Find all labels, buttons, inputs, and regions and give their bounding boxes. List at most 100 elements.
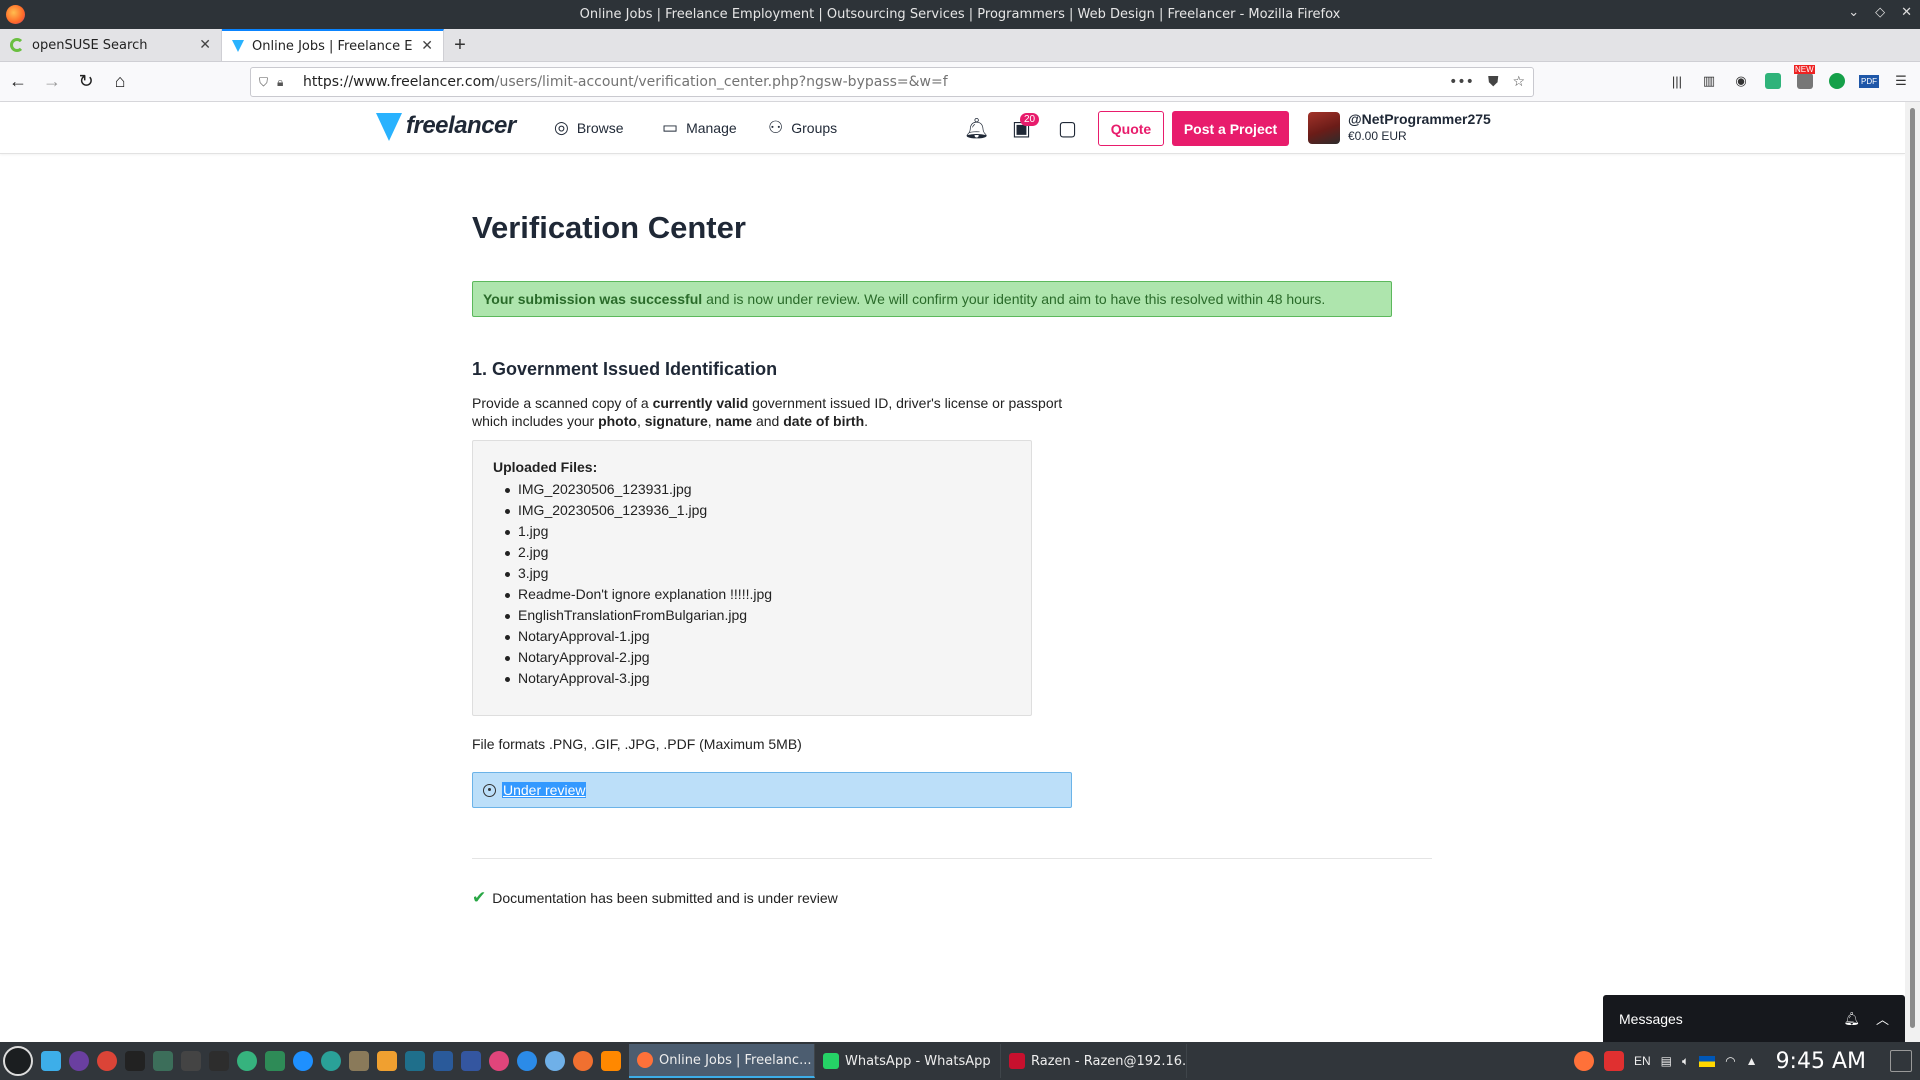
sidebar-icon[interactable]: ▥: [1698, 70, 1720, 92]
desc-bold: currently valid: [652, 395, 749, 411]
post-project-button[interactable]: Post a Project: [1172, 111, 1289, 146]
media-icon[interactable]: [377, 1051, 397, 1071]
reload-button[interactable]: ↻: [70, 66, 102, 98]
list-item: 1.jpg: [493, 521, 1011, 542]
clipboard-icon[interactable]: ▤: [1661, 1054, 1672, 1068]
anydesk-icon[interactable]: [1603, 1051, 1624, 1071]
app-icon[interactable]: [237, 1051, 257, 1071]
username[interactable]: @NetProgrammer275: [1348, 111, 1491, 127]
headphones-icon[interactable]: [545, 1051, 565, 1071]
terminal-icon[interactable]: [125, 1051, 145, 1071]
desc-bold: photo: [598, 413, 637, 429]
app-icon[interactable]: [517, 1051, 537, 1071]
account-icon[interactable]: ◉: [1730, 70, 1752, 92]
list-item: EnglishTranslationFromBulgarian.jpg: [493, 605, 1011, 626]
clock[interactable]: 9:45 AM: [1776, 1049, 1866, 1074]
page-actions-icon[interactable]: •••: [1449, 74, 1474, 90]
close-tab-icon[interactable]: ✕: [421, 38, 433, 54]
blender-icon[interactable]: [573, 1051, 593, 1071]
back-button[interactable]: ←: [2, 66, 34, 98]
new-badge: NEW: [1794, 65, 1815, 74]
tracking-shield-icon[interactable]: ⛉: [259, 75, 277, 90]
url-bar[interactable]: ⛉ 🔒︎ https://www.freelancer.com/users/li…: [250, 67, 1534, 97]
task-label: Razen - Razen@192.16...: [1031, 1053, 1187, 1069]
bell-icon[interactable]: 🔔︎: [1843, 1011, 1860, 1027]
account-balance: €0.00 EUR: [1348, 129, 1407, 143]
compass-icon: ◎: [554, 118, 569, 137]
window-titlebar: Online Jobs | Freelance Employment | Out…: [0, 0, 1920, 29]
save-extension-icon[interactable]: [1762, 70, 1784, 92]
chat-icon[interactable]: ▢: [1058, 116, 1077, 141]
task-firefox[interactable]: Online Jobs | Freelanc...: [629, 1044, 815, 1078]
id-requirements-text: Provide a scanned copy of a currently va…: [472, 394, 1072, 430]
nav-groups[interactable]: ⚇ Groups: [768, 118, 837, 138]
show-desktop-button[interactable]: [1890, 1050, 1912, 1072]
url-actions: ••• ⛊ ☆: [1449, 74, 1525, 90]
freelancer-favicon-icon: [232, 40, 244, 52]
url-path: /users/limit-account/verification_center…: [494, 74, 948, 90]
list-item: Readme-Don't ignore explanation !!!!!.jp…: [493, 584, 1011, 605]
forward-button[interactable]: →: [36, 66, 68, 98]
tor-browser-icon[interactable]: [69, 1051, 89, 1071]
volume-icon[interactable]: 🔈︎: [1682, 1054, 1689, 1069]
desc-bold: date of birth: [783, 413, 865, 429]
notes-icon[interactable]: [265, 1051, 285, 1071]
task-razen[interactable]: Razen - Razen@192.16...: [1001, 1044, 1187, 1078]
network-icon[interactable]: [293, 1051, 313, 1071]
list-item: IMG_20230506_123931.jpg: [493, 479, 1011, 500]
app-icon[interactable]: [405, 1051, 425, 1071]
close-window-icon[interactable]: ✕: [1901, 5, 1912, 20]
display-icon[interactable]: [181, 1051, 201, 1071]
lock-icon[interactable]: 🔒︎: [277, 75, 295, 90]
ukraine-flag-icon[interactable]: [1699, 1055, 1716, 1067]
scrollbar-thumb[interactable]: [1910, 108, 1915, 1028]
bell-icon[interactable]: 🔔︎: [964, 116, 989, 141]
url-text[interactable]: https://www.freelancer.com/users/limit-a…: [303, 74, 1449, 90]
quote-button[interactable]: Quote: [1098, 111, 1164, 146]
minimize-icon[interactable]: ⌄: [1848, 5, 1859, 20]
freelancer-logo[interactable]: freelancer: [376, 111, 516, 141]
chrome-icon[interactable]: [97, 1051, 117, 1071]
status-text: Under review: [502, 782, 587, 798]
nav-browse[interactable]: ◎ Browse: [554, 118, 624, 138]
pdf-extension-icon[interactable]: PDF: [1858, 70, 1880, 92]
keyboard-layout[interactable]: EN: [1634, 1054, 1651, 1068]
library-icon[interactable]: |||: [1666, 70, 1688, 92]
list-item: NotaryApproval-1.jpg: [493, 626, 1011, 647]
avatar[interactable]: [1308, 112, 1340, 144]
pocket-icon[interactable]: ⛊: [1488, 74, 1499, 90]
wifi-icon[interactable]: ◠: [1725, 1054, 1735, 1068]
nav-manage[interactable]: ▭ Manage: [662, 118, 737, 138]
tab-opensuse-search[interactable]: openSUSE Search ✕: [0, 29, 222, 61]
task-label: WhatsApp - WhatsApp: [845, 1053, 991, 1069]
messages-widget[interactable]: Messages 🔔︎ ︿: [1603, 995, 1905, 1042]
desc-text: Provide a scanned copy of a: [472, 395, 653, 411]
close-tab-icon[interactable]: ✕: [199, 37, 211, 53]
app-icon[interactable]: [321, 1051, 341, 1071]
menu-icon[interactable]: ☰: [1890, 70, 1912, 92]
console-icon[interactable]: [209, 1051, 229, 1071]
new-tab-button[interactable]: +: [444, 29, 476, 61]
tab-freelancer[interactable]: Online Jobs | Freelance Em ✕: [222, 29, 444, 61]
maximize-icon[interactable]: ◇: [1875, 5, 1885, 20]
task-whatsapp[interactable]: WhatsApp - WhatsApp: [815, 1044, 1001, 1078]
messages-title: Messages: [1619, 1010, 1683, 1027]
system-monitor-icon[interactable]: [153, 1051, 173, 1071]
application-launcher-icon[interactable]: [3, 1046, 33, 1076]
page-scrollbar[interactable]: [1905, 102, 1920, 1042]
app-icon[interactable]: [489, 1051, 509, 1071]
new-extension-icon[interactable]: NEW: [1794, 65, 1816, 92]
chevron-up-icon[interactable]: ︿: [1876, 1009, 1889, 1028]
vlc-icon[interactable]: [601, 1051, 621, 1071]
list-item: IMG_20230506_123936_1.jpg: [493, 500, 1011, 521]
home-button[interactable]: ⌂: [104, 66, 136, 98]
list-item: 2.jpg: [493, 542, 1011, 563]
app-icon[interactable]: [433, 1051, 453, 1071]
app-icon[interactable]: [461, 1051, 481, 1071]
firefox-tray-icon[interactable]: [1573, 1051, 1594, 1071]
bookmark-star-icon[interactable]: ☆: [1512, 74, 1525, 90]
file-manager-icon[interactable]: [41, 1051, 61, 1071]
expand-tray-icon[interactable]: ▲: [1746, 1054, 1758, 1068]
grammar-extension-icon[interactable]: [1826, 70, 1848, 92]
tool-icon[interactable]: [349, 1051, 369, 1071]
